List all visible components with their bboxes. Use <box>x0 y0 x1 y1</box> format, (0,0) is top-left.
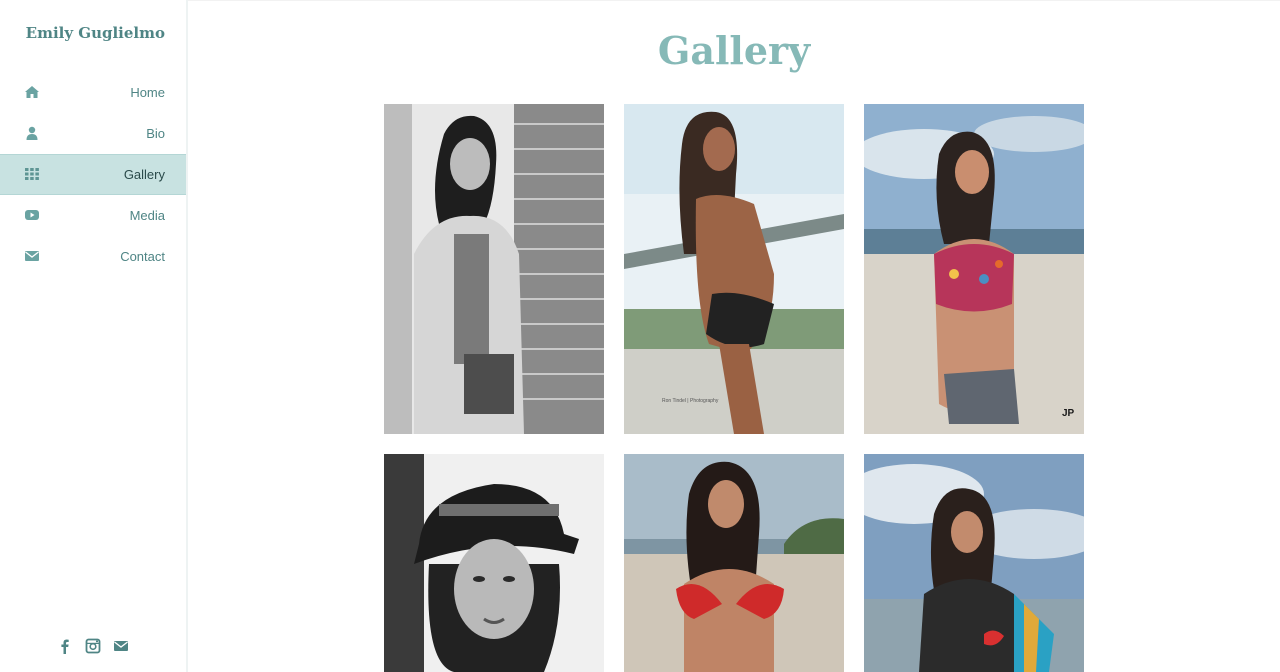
nav-item-bio[interactable]: Bio <box>0 113 186 154</box>
gallery-photo-1[interactable] <box>384 104 604 434</box>
envelope-icon[interactable] <box>113 638 129 654</box>
sidebar-nav: Home Bio Gallery Media Contact <box>0 72 186 277</box>
top-border <box>188 0 1280 1</box>
nav-label-contact: Contact <box>120 249 165 264</box>
envelope-icon <box>24 249 40 263</box>
page-title: Gallery <box>657 28 811 73</box>
gallery-photo-6[interactable] <box>864 454 1084 672</box>
sidebar: Emily Guglielmo Home Bio Gallery Media C… <box>0 0 188 672</box>
gallery-photo-5[interactable] <box>624 454 844 672</box>
facebook-icon[interactable] <box>57 638 73 654</box>
gallery-photo-3[interactable]: JP <box>864 104 1084 434</box>
nav-label-bio: Bio <box>146 126 165 141</box>
gallery-photo-4[interactable] <box>384 454 604 672</box>
nav-item-contact[interactable]: Contact <box>0 236 186 277</box>
nav-label-media: Media <box>129 208 165 223</box>
nav-item-media[interactable]: Media <box>0 195 186 236</box>
photo-watermark: Ron Tindel | Photography <box>662 398 719 404</box>
youtube-play-icon <box>24 208 40 222</box>
nav-item-home[interactable]: Home <box>0 72 186 113</box>
site-brand[interactable]: Emily Guglielmo <box>26 24 165 42</box>
grid-icon <box>24 167 40 181</box>
nav-item-gallery[interactable]: Gallery <box>0 154 186 195</box>
social-links <box>0 637 186 655</box>
gallery-photo-2[interactable]: Ron Tindel | Photography <box>624 104 844 434</box>
nav-label-gallery: Gallery <box>123 167 165 182</box>
instagram-icon[interactable] <box>85 638 101 654</box>
nav-label-home: Home <box>130 85 165 100</box>
home-icon <box>24 85 40 99</box>
photo-watermark: JP <box>1062 408 1075 419</box>
user-icon <box>24 126 40 140</box>
